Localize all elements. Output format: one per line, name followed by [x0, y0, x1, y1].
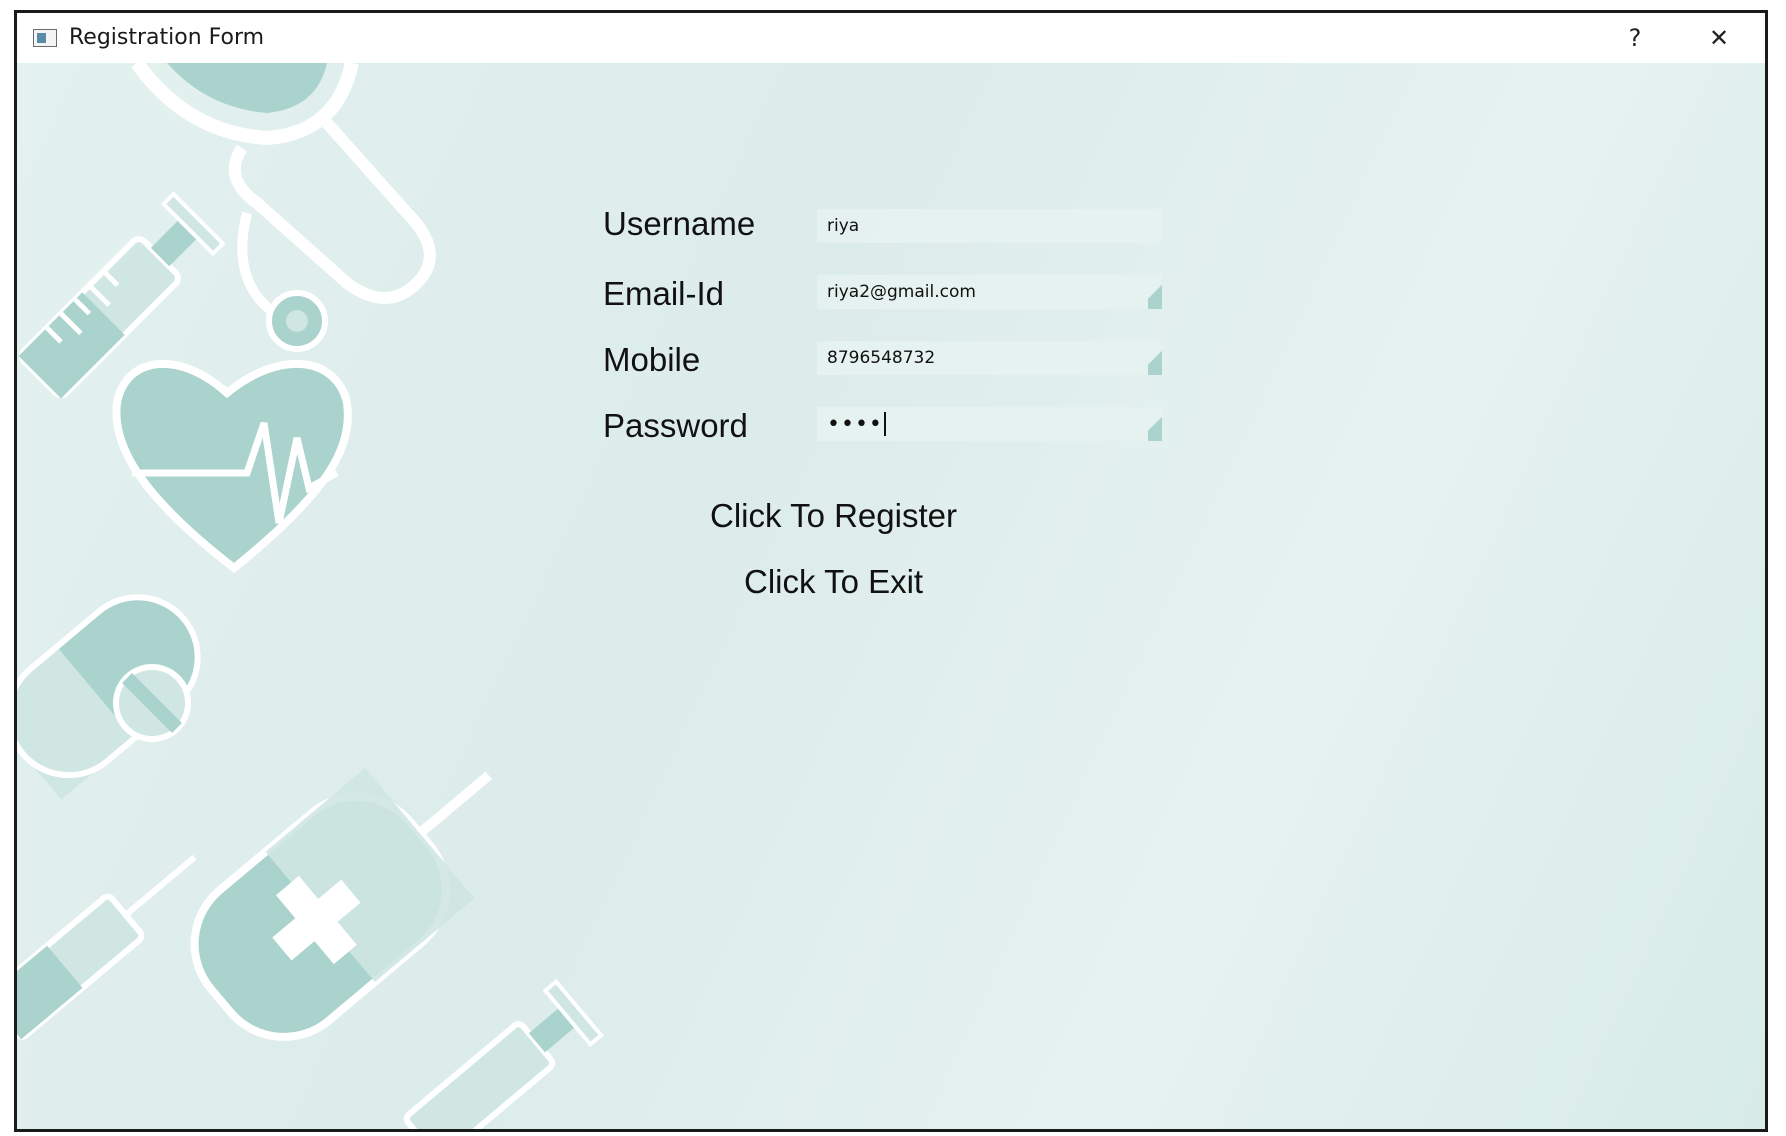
- syringe-icon-lower: [17, 854, 197, 1040]
- title-bar[interactable]: Registration Form ? ✕: [17, 13, 1765, 63]
- mobile-label: Mobile: [603, 341, 701, 378]
- email-label: Email-Id: [603, 275, 725, 312]
- username-field[interactable]: riya: [817, 209, 1162, 243]
- help-icon[interactable]: ?: [1605, 13, 1665, 63]
- app-icon: [33, 29, 57, 47]
- text-caret: [883, 412, 886, 436]
- email-value: riya2@gmail.com: [827, 282, 976, 302]
- username-label: Username: [603, 205, 756, 242]
- register-button[interactable]: Click To Register: [710, 497, 957, 535]
- form-background: Username riya Email-Id riya2@gmail.com M…: [17, 63, 1765, 1129]
- field-corner-mark: [1148, 275, 1162, 309]
- window-title: Registration Form: [69, 25, 265, 50]
- field-corner-mark: [1148, 407, 1162, 441]
- heart-pulse-icon: [112, 359, 352, 574]
- email-field[interactable]: riya2@gmail.com: [817, 275, 1162, 309]
- exit-button[interactable]: Click To Exit: [744, 563, 923, 601]
- mobile-value: 8796548732: [827, 348, 936, 368]
- username-value: riya: [827, 216, 860, 236]
- tablet-icon: [113, 664, 191, 742]
- syringe-icon-bottom: [403, 978, 604, 1129]
- password-value: ••••: [827, 411, 883, 437]
- mobile-field[interactable]: 8796548732: [817, 341, 1162, 375]
- close-icon[interactable]: ✕: [1689, 13, 1749, 63]
- medicine-bottle-icon: [190, 768, 492, 1041]
- password-label: Password: [603, 407, 748, 444]
- password-field[interactable]: ••••: [817, 407, 1162, 441]
- registration-window: Registration Form ? ✕ Username riya Emai…: [14, 10, 1768, 1132]
- field-corner-mark: [1148, 341, 1162, 375]
